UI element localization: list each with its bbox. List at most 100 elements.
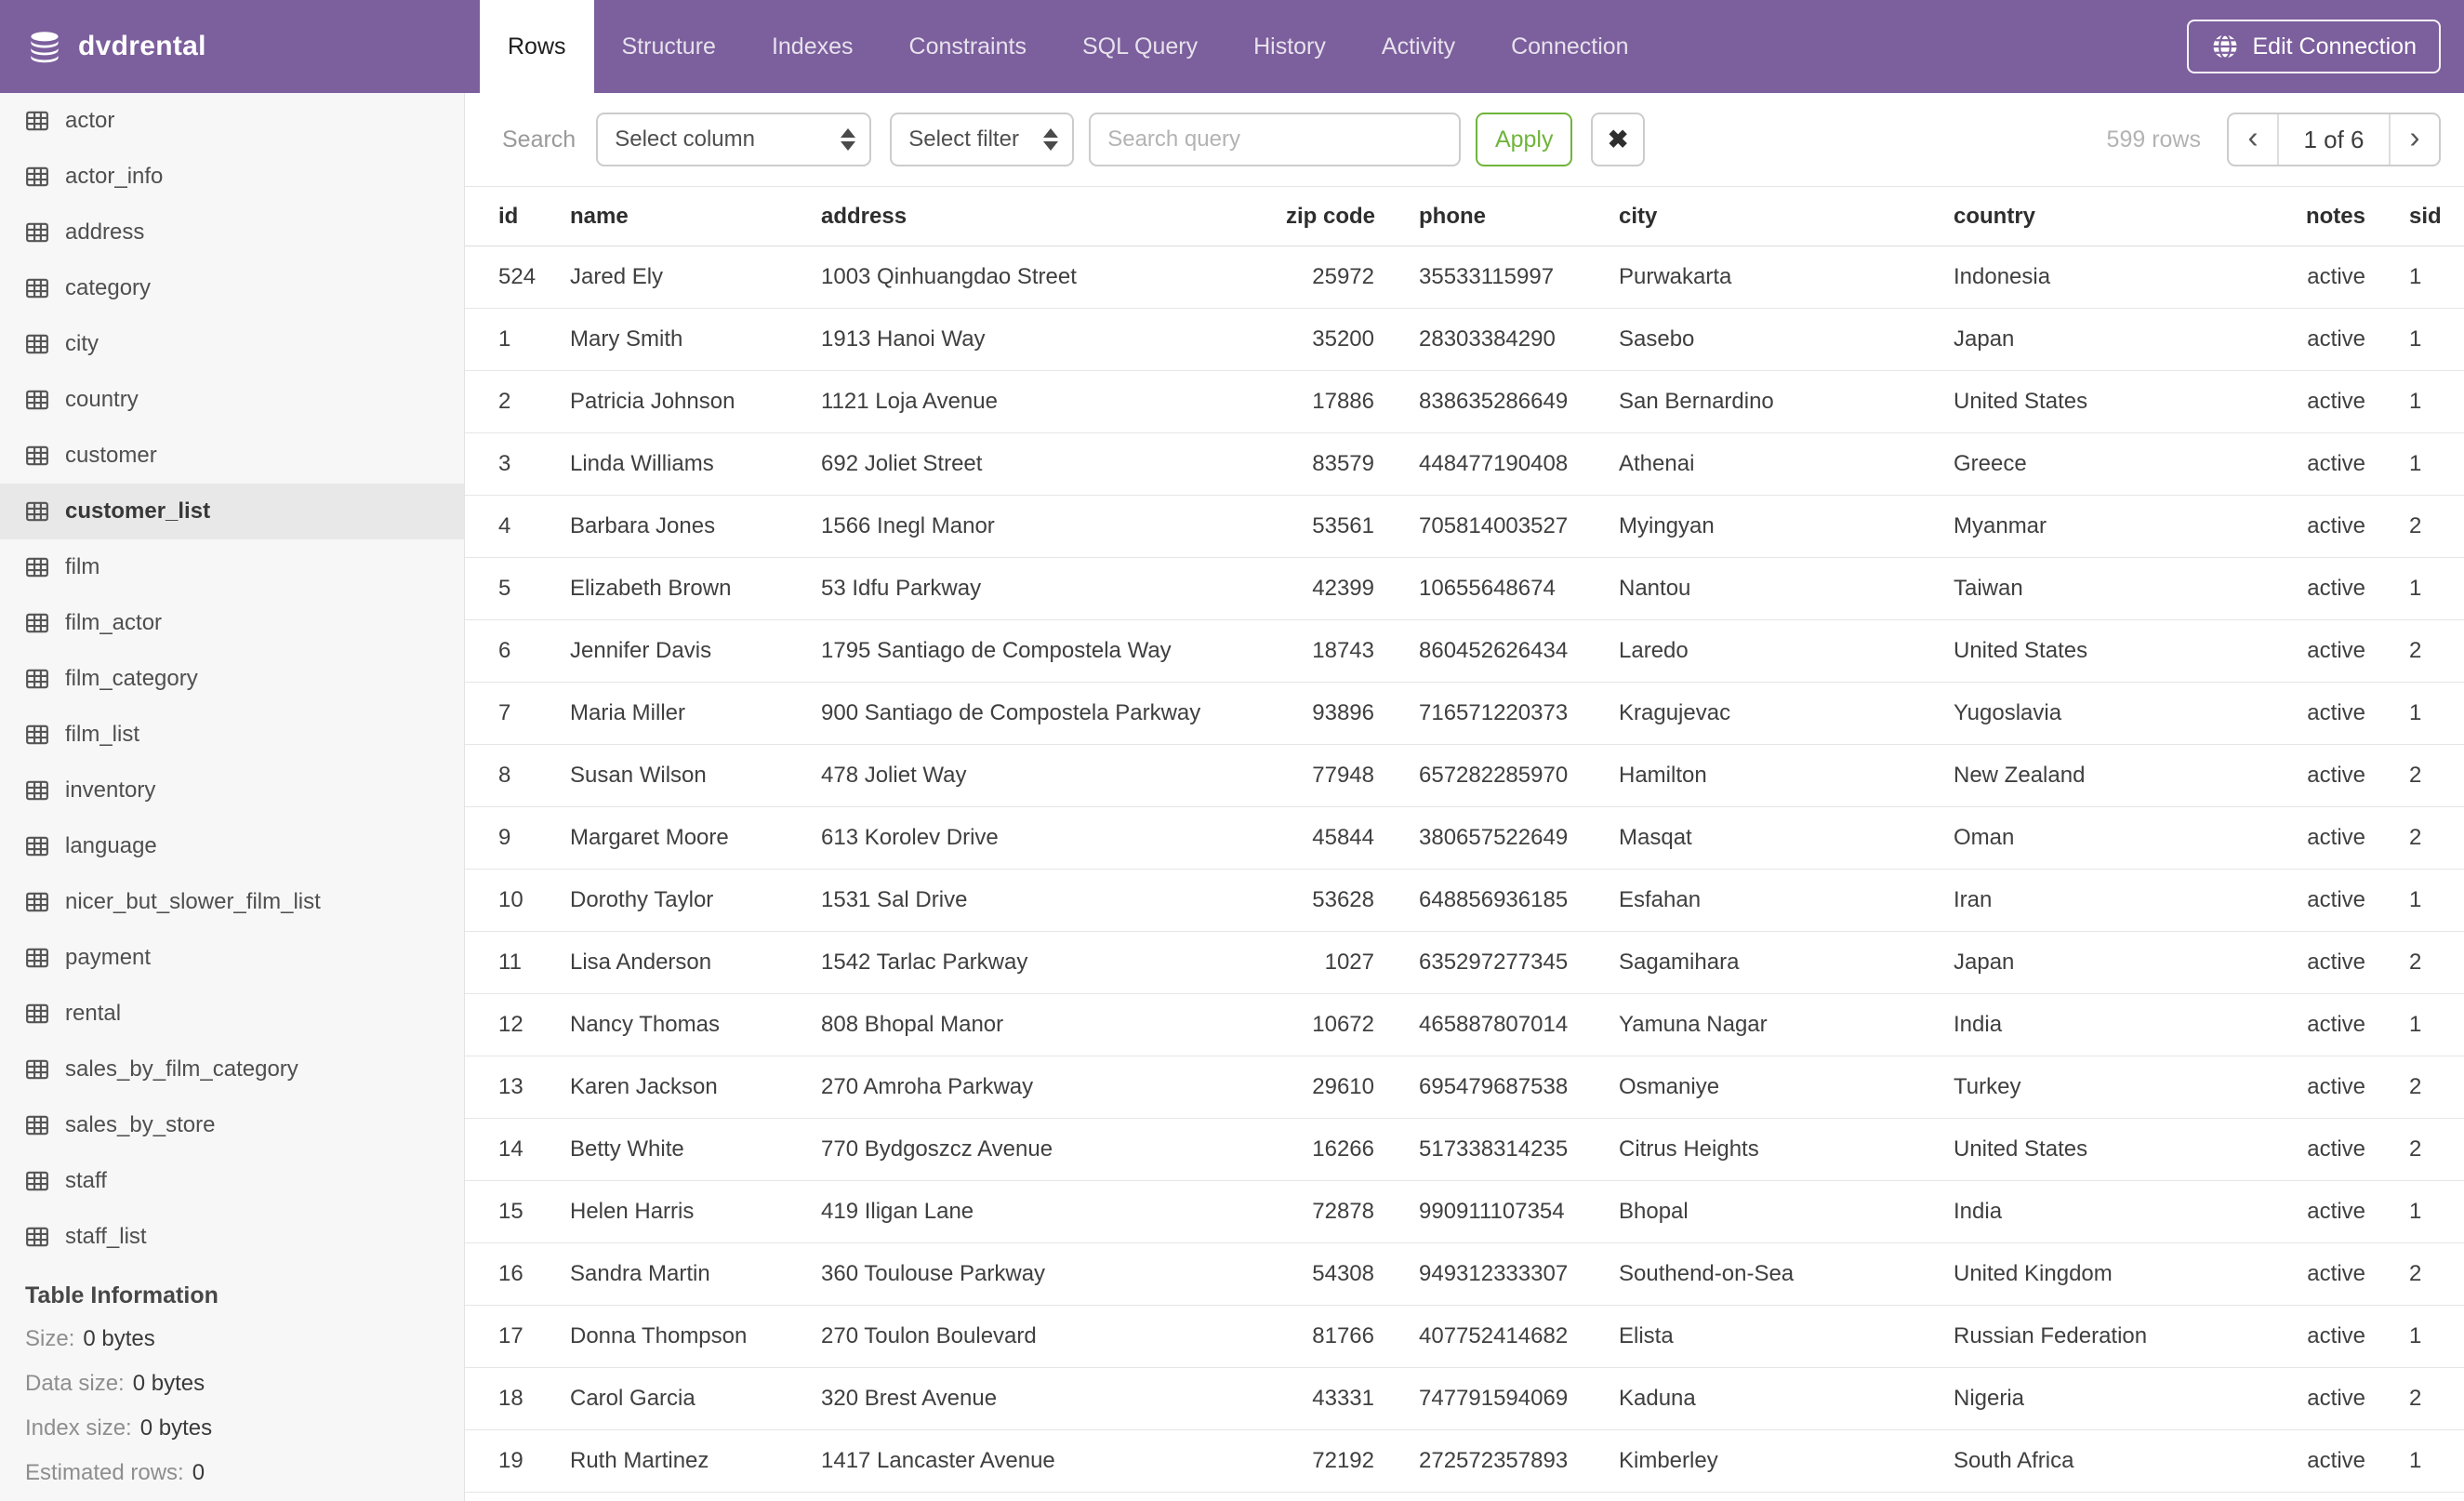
cell-sid[interactable]: 1	[2366, 682, 2464, 745]
cell-name[interactable]: Donna Thompson	[569, 1305, 820, 1368]
cell-address[interactable]: 320 Brest Avenue	[820, 1367, 1285, 1430]
cell-sid[interactable]: 1	[2366, 993, 2464, 1056]
cell-zip-code[interactable]: 18743	[1285, 619, 1395, 683]
cell-sid[interactable]: 2	[2366, 1367, 2464, 1430]
cell-zip-code[interactable]: 16266	[1285, 1118, 1395, 1181]
cell-name[interactable]: Elizabeth Brown	[569, 557, 820, 620]
cell-zip-code[interactable]: 10672	[1285, 993, 1395, 1056]
cell-notes[interactable]: active	[2283, 308, 2366, 371]
cell-notes[interactable]: active	[2283, 931, 2366, 994]
cell-city[interactable]: Kimberley	[1618, 1429, 1953, 1493]
cell-city[interactable]: Southend-on-Sea	[1618, 1242, 1953, 1306]
cell-country[interactable]: Myanmar	[1953, 495, 2283, 558]
cell-name[interactable]: Linda Williams	[569, 432, 820, 496]
cell-name[interactable]: Helen Harris	[569, 1180, 820, 1243]
cell-country[interactable]: New Zealand	[1953, 744, 2283, 807]
cell-phone[interactable]: 407752414682	[1395, 1305, 1618, 1368]
cell-notes[interactable]: active	[2283, 1242, 2366, 1306]
cell-id[interactable]: 9	[465, 806, 569, 870]
column-select[interactable]: Select column	[596, 113, 872, 166]
cell-id[interactable]: 12	[465, 993, 569, 1056]
cell-name[interactable]: Carol Garcia	[569, 1367, 820, 1430]
cell-id[interactable]: 8	[465, 744, 569, 807]
cell-country[interactable]: India	[1953, 1180, 2283, 1243]
table-row[interactable]: 12 Nancy Thomas 808 Bhopal Manor 10672 46588…	[465, 993, 2464, 1056]
cell-country[interactable]: Indonesia	[1953, 246, 2283, 309]
sidebar-item-film-category[interactable]: film_category	[0, 651, 464, 707]
cell-address[interactable]: 808 Bhopal Manor	[820, 993, 1285, 1056]
cell-sid[interactable]: 1	[2366, 869, 2464, 932]
cell-country[interactable]: United States	[1953, 1118, 2283, 1181]
cell-city[interactable]: Esfahan	[1618, 869, 1953, 932]
tab-history[interactable]: History	[1225, 0, 1354, 93]
cell-country[interactable]: South Africa	[1953, 1429, 2283, 1493]
cell-city[interactable]: Purwakarta	[1618, 246, 1953, 309]
cell-notes[interactable]: active	[2283, 495, 2366, 558]
sidebar-item-city[interactable]: city	[0, 316, 464, 372]
cell-id[interactable]: 15	[465, 1180, 569, 1243]
cell-address[interactable]: 1531 Sal Drive	[820, 869, 1285, 932]
cell-zip-code[interactable]: 53561	[1285, 495, 1395, 558]
cell-notes[interactable]: active	[2283, 1305, 2366, 1368]
edit-connection-button[interactable]: Edit Connection	[2187, 20, 2441, 73]
cell-phone[interactable]: 28303384290	[1395, 308, 1618, 371]
cell-address[interactable]: 478 Joliet Way	[820, 744, 1285, 807]
cell-country[interactable]: Turkey	[1953, 1056, 2283, 1119]
tab-connection[interactable]: Connection	[1483, 0, 1656, 93]
cell-sid[interactable]: 1	[2366, 1305, 2464, 1368]
cell-city[interactable]: Nantou	[1618, 557, 1953, 620]
cell-phone[interactable]: 10655648674	[1395, 557, 1618, 620]
sidebar-item-country[interactable]: country	[0, 372, 464, 428]
table-row[interactable]: 9 Margaret Moore 613 Korolev Drive 45844 380…	[465, 806, 2464, 870]
cell-notes[interactable]: active	[2283, 744, 2366, 807]
cell-country[interactable]: Japan	[1953, 931, 2283, 994]
table-row[interactable]: 14 Betty White 770 Bydgoszcz Avenue 16266 51…	[465, 1118, 2464, 1181]
cell-city[interactable]: Athenai	[1618, 432, 1953, 496]
cell-phone[interactable]: 860452626434	[1395, 619, 1618, 683]
cell-id[interactable]: 11	[465, 931, 569, 994]
cell-name[interactable]: Ruth Martinez	[569, 1429, 820, 1493]
cell-id[interactable]: 18	[465, 1367, 569, 1430]
cell-id[interactable]: 524	[465, 246, 569, 309]
cell-address[interactable]: 1542 Tarlac Parkway	[820, 931, 1285, 994]
cell-phone[interactable]: 380657522649	[1395, 806, 1618, 870]
cell-phone[interactable]: 272572357893	[1395, 1429, 1618, 1493]
cell-id[interactable]: 2	[465, 370, 569, 433]
cell-notes[interactable]: active	[2283, 1180, 2366, 1243]
tab-structure[interactable]: Structure	[594, 0, 744, 93]
cell-name[interactable]: Karen Jackson	[569, 1056, 820, 1119]
table-row[interactable]: 1 Mary Smith 1913 Hanoi Way 35200 2830338429…	[465, 308, 2464, 371]
cell-city[interactable]: Sagamihara	[1618, 931, 1953, 994]
cell-sid[interactable]: 2	[2366, 1056, 2464, 1119]
cell-address[interactable]: 53 Idfu Parkway	[820, 557, 1285, 620]
table-row[interactable]: 10 Dorothy Taylor 1531 Sal Drive 53628 64885…	[465, 869, 2464, 932]
cell-id[interactable]: 10	[465, 869, 569, 932]
cell-address[interactable]: 692 Joliet Street	[820, 432, 1285, 496]
cell-country[interactable]: Oman	[1953, 806, 2283, 870]
cell-country[interactable]: Nigeria	[1953, 1367, 2283, 1430]
sidebar-item-film-list[interactable]: film_list	[0, 707, 464, 763]
cell-sid[interactable]: 2	[2366, 495, 2464, 558]
cell-zip-code[interactable]: 17886	[1285, 370, 1395, 433]
sidebar-item-address[interactable]: address	[0, 205, 464, 260]
cell-address[interactable]: 360 Toulouse Parkway	[820, 1242, 1285, 1306]
cell-country[interactable]: United Kingdom	[1953, 1242, 2283, 1306]
cell-city[interactable]: Osmaniye	[1618, 1056, 1953, 1119]
cell-address[interactable]: 1913 Hanoi Way	[820, 308, 1285, 371]
cell-name[interactable]: Susan Wilson	[569, 744, 820, 807]
cell-zip-code[interactable]: 42399	[1285, 557, 1395, 620]
cell-phone[interactable]: 517338314235	[1395, 1118, 1618, 1181]
cell-sid[interactable]: 1	[2366, 246, 2464, 309]
cell-notes[interactable]: active	[2283, 370, 2366, 433]
cell-address[interactable]: 900 Santiago de Compostela Parkway	[820, 682, 1285, 745]
tab-rows[interactable]: Rows	[480, 0, 594, 93]
cell-address[interactable]: 1566 Inegl Manor	[820, 495, 1285, 558]
cell-notes[interactable]: active	[2283, 1118, 2366, 1181]
table-row[interactable]: 6 Jennifer Davis 1795 Santiago de Composte…	[465, 619, 2464, 683]
search-query-input[interactable]	[1089, 113, 1462, 166]
sidebar-item-category[interactable]: category	[0, 260, 464, 316]
cell-address[interactable]: 1417 Lancaster Avenue	[820, 1429, 1285, 1493]
cell-country[interactable]: United States	[1953, 619, 2283, 683]
cell-sid[interactable]: 2	[2366, 744, 2464, 807]
cell-address[interactable]: 419 Iligan Lane	[820, 1180, 1285, 1243]
